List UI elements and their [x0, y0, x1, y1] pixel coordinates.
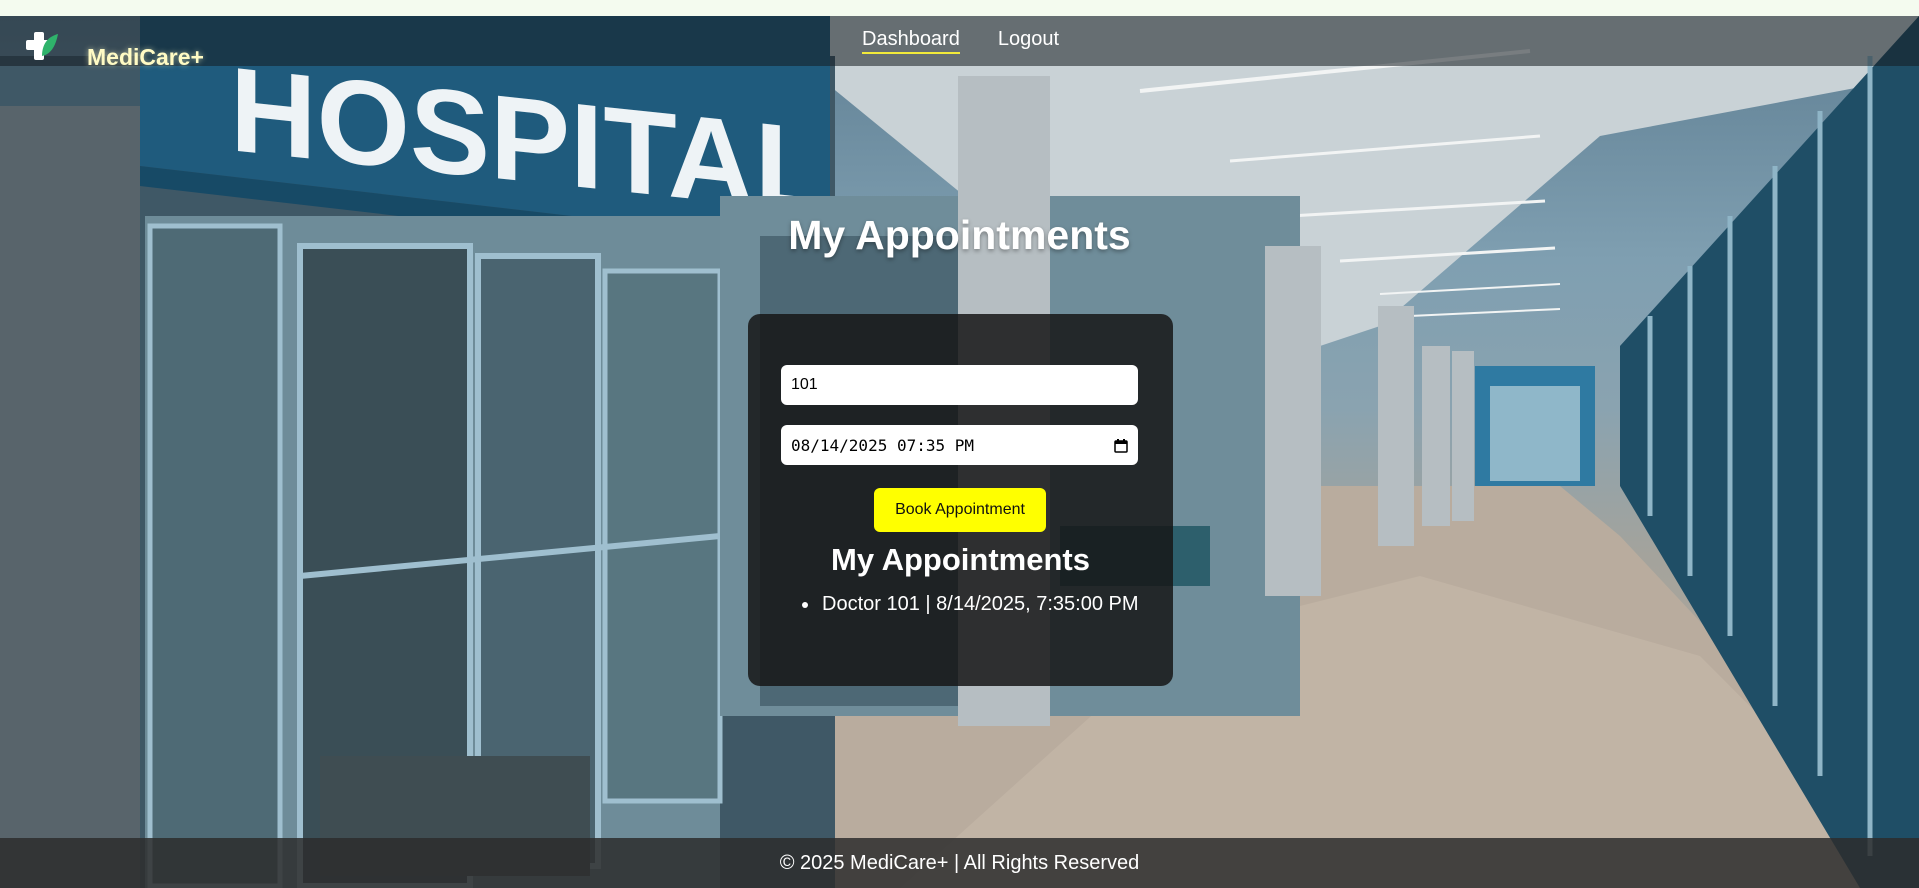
page: HOSPITAL MediCare+ Dashboard Logout My A… — [0, 16, 1919, 888]
appointments-list-title: My Appointments — [831, 542, 1090, 577]
appointment-text: Doctor 101 | 8/14/2025, 7:35:00 PM — [822, 593, 1139, 615]
book-appointment-button[interactable]: Book Appointment — [874, 488, 1046, 532]
footer-copyright: © 2025 MediCare+ | All Rights Reserved — [779, 851, 1140, 874]
top-navbar: MediCare+ Dashboard Logout — [0, 16, 1919, 70]
brand-name[interactable]: MediCare+ — [87, 44, 204, 71]
appointments-list: Doctor 101 | 8/14/2025, 7:35:00 PM — [802, 593, 1139, 616]
nav-link-dashboard[interactable]: Dashboard — [862, 28, 960, 54]
doctor-id-value: 101 — [791, 376, 818, 393]
page-title: My Appointments — [788, 212, 1131, 258]
calendar-icon[interactable] — [1114, 438, 1128, 453]
list-item: Doctor 101 | 8/14/2025, 7:35:00 PM — [802, 593, 1139, 616]
nav-links: Dashboard Logout — [862, 28, 1059, 54]
brand-logo[interactable] — [24, 30, 58, 64]
medical-cross-leaf-icon — [24, 30, 58, 64]
bullet-icon — [802, 601, 808, 608]
appointment-card: 101 08/14/2025 07:35 PM Book Appointment… — [748, 314, 1173, 686]
nav-link-logout[interactable]: Logout — [998, 28, 1059, 54]
appointment-datetime-input[interactable]: 08/14/2025 07:35 PM — [781, 425, 1138, 465]
doctor-id-input[interactable]: 101 — [781, 365, 1138, 405]
footer: © 2025 MediCare+ | All Rights Reserved — [0, 838, 1919, 888]
datetime-value: 08/14/2025 07:35 PM — [791, 435, 975, 455]
